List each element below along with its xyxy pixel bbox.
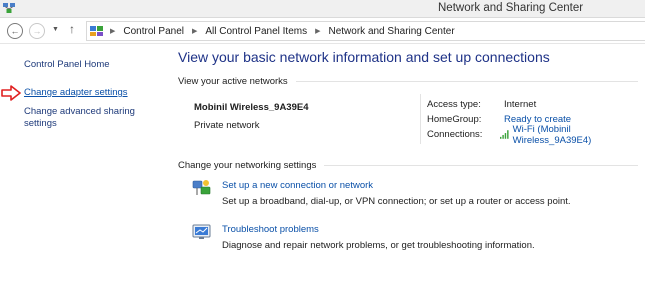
- troubleshoot-problems-link[interactable]: Troubleshoot problems: [222, 224, 319, 235]
- breadcrumb-separator[interactable]: ▶: [315, 27, 320, 35]
- network-type: Private network: [194, 120, 260, 131]
- property-label: HomeGroup:: [427, 114, 482, 125]
- divider: [420, 94, 421, 144]
- breadcrumb-item[interactable]: Network and Sharing Center: [328, 26, 454, 37]
- forward-arrow-icon: →: [32, 26, 42, 36]
- breadcrumb-item[interactable]: All Control Panel Items: [205, 26, 307, 37]
- recent-locations-button[interactable]: ▼: [52, 26, 59, 33]
- main-content: View your basic network information and …: [170, 44, 645, 297]
- up-button[interactable]: ↑: [69, 22, 75, 36]
- divider: [295, 81, 638, 82]
- breadcrumb[interactable]: ▶ Control Panel ▶ All Control Panel Item…: [86, 21, 645, 41]
- divider: [324, 165, 638, 166]
- control-panel-home-link[interactable]: Control Panel Home: [24, 59, 110, 70]
- breadcrumb-separator[interactable]: ▶: [192, 27, 197, 35]
- access-type-row: Access type: Internet: [427, 97, 645, 112]
- property-label: Access type:: [427, 99, 481, 110]
- network-properties: Access type: Internet HomeGroup: Ready t…: [427, 97, 645, 146]
- chevron-down-icon: ▼: [52, 26, 59, 33]
- change-adapter-settings-link[interactable]: Change adapter settings: [24, 87, 128, 98]
- back-arrow-icon: ←: [10, 26, 20, 36]
- section-label: View your active networks: [178, 76, 288, 87]
- network-name: Mobinil Wireless_9A39E4: [194, 102, 309, 113]
- page-title: View your basic network information and …: [178, 49, 550, 65]
- control-panel-icon: [90, 26, 103, 36]
- title-bar: Network and Sharing Center: [0, 0, 645, 18]
- breadcrumb-item[interactable]: Control Panel: [123, 26, 184, 37]
- networking-settings-section-header: Change your networking settings: [178, 160, 638, 171]
- task-description: Diagnose and repair network problems, or…: [222, 240, 535, 251]
- sidebar: Control Panel Home Change adapter settin…: [0, 44, 170, 297]
- network-sharing-icon: [3, 3, 15, 13]
- up-arrow-icon: ↑: [69, 22, 75, 36]
- breadcrumb-separator[interactable]: ▶: [110, 27, 115, 35]
- red-arrow-icon: [1, 85, 21, 101]
- troubleshoot-icon: [192, 224, 211, 239]
- connections-row: Connections: Wi-Fi (Mobinil Wireless_9A3…: [427, 124, 645, 146]
- address-bar: ← → ▼ ↑ ▶ Control Panel ▶ All Control Pa…: [0, 18, 645, 44]
- change-advanced-sharing-settings-link[interactable]: Change advanced sharing settings: [24, 106, 154, 130]
- wifi-signal-icon: [500, 130, 509, 139]
- network-setup-icon: [192, 180, 211, 195]
- window-title: Network and Sharing Center: [438, 2, 584, 14]
- access-type-value: Internet: [504, 99, 537, 110]
- forward-button[interactable]: →: [29, 23, 45, 39]
- setup-connection-link[interactable]: Set up a new connection or network: [222, 180, 373, 191]
- active-networks-section-header: View your active networks: [178, 76, 638, 87]
- property-label: Connections:: [427, 129, 483, 140]
- wifi-connection-link[interactable]: Wi-Fi (Mobinil Wireless_9A39E4): [513, 124, 645, 146]
- section-label: Change your networking settings: [178, 160, 317, 171]
- back-button[interactable]: ←: [7, 23, 23, 39]
- task-description: Set up a broadband, dial-up, or VPN conn…: [222, 196, 571, 207]
